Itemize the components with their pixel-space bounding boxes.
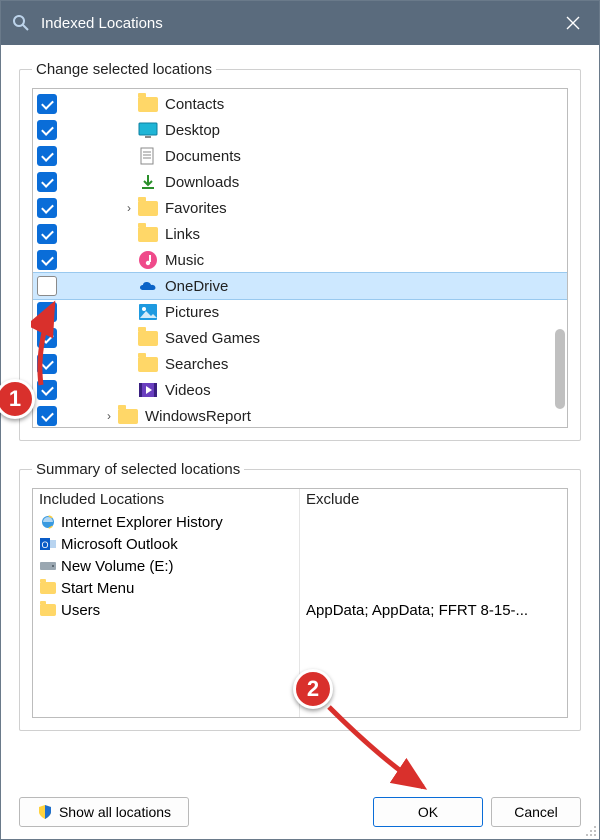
- window-title: Indexed Locations: [41, 15, 551, 32]
- checkbox[interactable]: [37, 224, 57, 244]
- folder-icon: [117, 406, 139, 426]
- checkbox[interactable]: [37, 198, 57, 218]
- tree-row[interactable]: Pictures: [33, 299, 567, 325]
- tree-row[interactable]: Contacts: [33, 91, 567, 117]
- tree-item-label: Music: [165, 252, 204, 269]
- tree-item-label: Saved Games: [165, 330, 260, 347]
- outlook-icon: O: [39, 536, 57, 552]
- exclude-cell: [300, 577, 567, 599]
- tree-item-label: Contacts: [165, 96, 224, 113]
- onedrive-icon: [137, 276, 159, 296]
- download-icon: [137, 172, 159, 192]
- exclude-cell: AppData; AppData; FFRT 8-15-...: [300, 599, 567, 621]
- close-button[interactable]: [551, 1, 595, 45]
- tree-row[interactable]: Links: [33, 221, 567, 247]
- shield-icon: [37, 804, 53, 820]
- change-locations-label: Change selected locations: [32, 61, 216, 78]
- tree-row[interactable]: Desktop: [33, 117, 567, 143]
- annotation-1-arrow: [31, 299, 71, 389]
- summary-row[interactable]: New Volume (E:): [33, 555, 299, 577]
- svg-text:O: O: [41, 540, 48, 550]
- folder-icon: [137, 354, 159, 374]
- desktop-icon: [137, 120, 159, 140]
- checkbox[interactable]: [37, 250, 57, 270]
- checkbox[interactable]: [37, 146, 57, 166]
- summary-row[interactable]: O Microsoft Outlook: [33, 533, 299, 555]
- sfolder-icon: [39, 602, 57, 618]
- tree-row[interactable]: Saved Games: [33, 325, 567, 351]
- exclude-header[interactable]: Exclude: [300, 489, 567, 511]
- show-all-label: Show all locations: [59, 804, 171, 820]
- included-location-label: New Volume (E:): [61, 558, 174, 575]
- folder-icon: [137, 328, 159, 348]
- folder-icon: [137, 224, 159, 244]
- cancel-button[interactable]: Cancel: [491, 797, 581, 827]
- music-icon: [137, 250, 159, 270]
- included-header[interactable]: Included Locations: [33, 489, 299, 511]
- videos-icon: [137, 380, 159, 400]
- drive-icon: [39, 558, 57, 574]
- summary-label: Summary of selected locations: [32, 461, 244, 478]
- buttons-row: Show all locations OK Cancel: [19, 797, 581, 827]
- folder-icon: [137, 198, 159, 218]
- indexed-locations-window: Indexed Locations Change selected locati…: [0, 0, 600, 840]
- tree-item-label: WindowsReport: [145, 408, 251, 425]
- tree-row[interactable]: › WindowsReport: [33, 403, 567, 428]
- tree-row[interactable]: Videos: [33, 377, 567, 403]
- sfolder-icon: [39, 580, 57, 596]
- included-location-label: Start Menu: [61, 580, 134, 597]
- show-all-locations-button[interactable]: Show all locations: [19, 797, 189, 827]
- annotation-2: 2: [293, 669, 333, 709]
- tree-item-label: Desktop: [165, 122, 220, 139]
- tree-item-label: Pictures: [165, 304, 219, 321]
- app-icon: [11, 13, 31, 33]
- tree-row[interactable]: › Favorites: [33, 195, 567, 221]
- included-location-label: Microsoft Outlook: [61, 536, 178, 553]
- tree-row[interactable]: Downloads: [33, 169, 567, 195]
- summary-row[interactable]: Internet Explorer History: [33, 511, 299, 533]
- exclude-cell: [300, 533, 567, 555]
- ok-button[interactable]: OK: [373, 797, 483, 827]
- exclude-cell: [300, 555, 567, 577]
- tree-item-label: Favorites: [165, 200, 227, 217]
- expander-icon[interactable]: ›: [121, 201, 137, 215]
- locations-tree[interactable]: Contacts Desktop Documents Downloads › Favori…: [32, 88, 568, 428]
- dialog-body: Change selected locations Contacts Deskto…: [1, 45, 599, 839]
- tree-item-label: Downloads: [165, 174, 239, 191]
- document-icon: [137, 146, 159, 166]
- title-bar: Indexed Locations: [1, 1, 599, 45]
- exclude-cell: [300, 511, 567, 533]
- checkbox[interactable]: [37, 120, 57, 140]
- checkbox[interactable]: [37, 172, 57, 192]
- tree-row[interactable]: Documents: [33, 143, 567, 169]
- resize-grip[interactable]: [582, 822, 596, 836]
- tree-row[interactable]: Searches: [33, 351, 567, 377]
- change-locations-group: Change selected locations Contacts Deskto…: [19, 61, 581, 441]
- checkbox[interactable]: [37, 276, 57, 296]
- tree-item-label: Documents: [165, 148, 241, 165]
- summary-row[interactable]: Start Menu: [33, 577, 299, 599]
- included-location-label: Internet Explorer History: [61, 514, 223, 531]
- checkbox[interactable]: [37, 406, 57, 426]
- summary-row[interactable]: Users: [33, 599, 299, 621]
- checkbox[interactable]: [37, 94, 57, 114]
- tree-row[interactable]: Music: [33, 247, 567, 273]
- ie-icon: [39, 514, 57, 530]
- tree-item-label: Searches: [165, 356, 228, 373]
- tree-item-label: Links: [165, 226, 200, 243]
- scrollbar-thumb[interactable]: [555, 329, 565, 409]
- annotation-2-arrow: [323, 701, 443, 801]
- tree-item-label: OneDrive: [165, 278, 228, 295]
- included-location-label: Users: [61, 602, 100, 619]
- tree-row[interactable]: OneDrive: [33, 273, 567, 299]
- tree-item-label: Videos: [165, 382, 211, 399]
- expander-icon[interactable]: ›: [101, 409, 117, 423]
- pictures-icon: [137, 302, 159, 322]
- folder-icon: [137, 94, 159, 114]
